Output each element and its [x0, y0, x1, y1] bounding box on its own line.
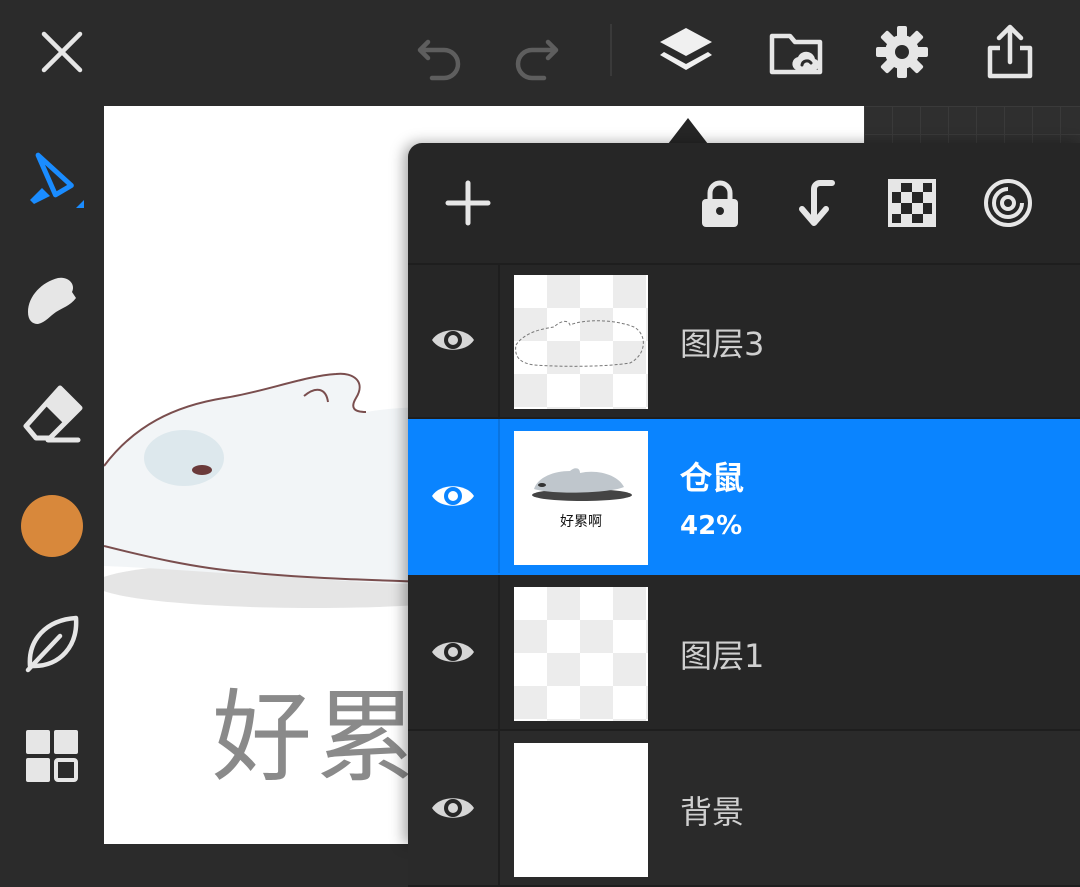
eraser-tool[interactable] — [14, 376, 90, 452]
lock-icon — [702, 180, 738, 227]
layers-button[interactable] — [650, 16, 722, 88]
hamster-thumbnail — [532, 468, 632, 501]
visibility-toggle[interactable] — [408, 263, 500, 417]
top-toolbar — [0, 0, 1080, 106]
settings-button[interactable] — [866, 16, 938, 88]
layer-effect-icon — [984, 179, 1032, 227]
layers-panel: 图层3 好累啊 仓鼠 42% 图层1 背景 — [408, 143, 1080, 887]
smudge-icon — [28, 277, 76, 324]
eye-icon — [432, 798, 474, 818]
layers-toolbar — [408, 143, 1080, 265]
layer-thumbnail: 好累啊 — [514, 431, 648, 565]
merge-down-button[interactable] — [782, 169, 850, 237]
layer-row[interactable]: 图层1 — [408, 575, 1080, 731]
eye-icon — [432, 642, 474, 662]
thumbnail-caption: 好累啊 — [560, 514, 602, 530]
sketch-thumbnail — [515, 320, 644, 367]
close-icon — [41, 31, 83, 73]
visibility-toggle[interactable] — [408, 575, 500, 729]
canvas-caption: 好累 — [212, 679, 420, 796]
layer-thumbnail — [514, 587, 648, 721]
add-layer-button[interactable] — [434, 169, 502, 237]
current-color-swatch — [21, 495, 83, 557]
transparency-button[interactable] — [878, 169, 946, 237]
gear-icon — [876, 26, 928, 78]
tool-sidebar — [0, 106, 104, 844]
layer-row[interactable]: 背景 — [408, 731, 1080, 887]
brush-icon — [30, 152, 84, 208]
layer-effect-button[interactable] — [974, 169, 1042, 237]
toolbar-divider — [610, 24, 612, 76]
layer-opacity: 42% — [680, 511, 743, 541]
gallery-button[interactable] — [760, 16, 832, 88]
close-button[interactable] — [26, 16, 98, 88]
share-icon — [987, 24, 1033, 79]
eye-icon — [432, 486, 474, 506]
grid-pattern — [864, 106, 1080, 144]
transparency-icon — [888, 179, 936, 227]
undo-icon — [417, 39, 461, 81]
popover-arrow — [668, 118, 708, 144]
redo-icon — [515, 39, 559, 81]
layer-name: 图层1 — [680, 637, 765, 675]
color-picker-button[interactable] — [14, 488, 90, 564]
merge-down-icon — [799, 180, 835, 226]
eraser-icon — [23, 385, 83, 443]
layer-thumbnail — [514, 275, 648, 409]
share-button[interactable] — [974, 16, 1046, 88]
layer-name: 仓鼠 — [680, 459, 745, 497]
layers-icon — [660, 28, 712, 70]
eye-icon — [432, 330, 474, 350]
brush-tool[interactable] — [14, 142, 90, 218]
visibility-toggle[interactable] — [408, 419, 500, 573]
add-icon — [445, 180, 491, 226]
leaf-icon — [25, 615, 79, 673]
redo-button[interactable] — [500, 16, 572, 88]
leaf-tool[interactable] — [14, 604, 90, 680]
smudge-tool[interactable] — [14, 260, 90, 336]
gallery-cloud-icon — [769, 33, 823, 75]
more-tools-button[interactable] — [14, 718, 90, 794]
undo-button[interactable] — [404, 16, 476, 88]
layer-row[interactable]: 图层3 — [408, 263, 1080, 419]
visibility-toggle[interactable] — [408, 731, 500, 885]
grid-icon — [26, 730, 78, 782]
layer-row-selected[interactable]: 好累啊 仓鼠 42% — [408, 419, 1080, 575]
layer-thumbnail — [514, 743, 648, 877]
layer-name: 图层3 — [680, 325, 765, 363]
layer-name: 背景 — [680, 793, 745, 831]
lock-layer-button[interactable] — [686, 169, 754, 237]
